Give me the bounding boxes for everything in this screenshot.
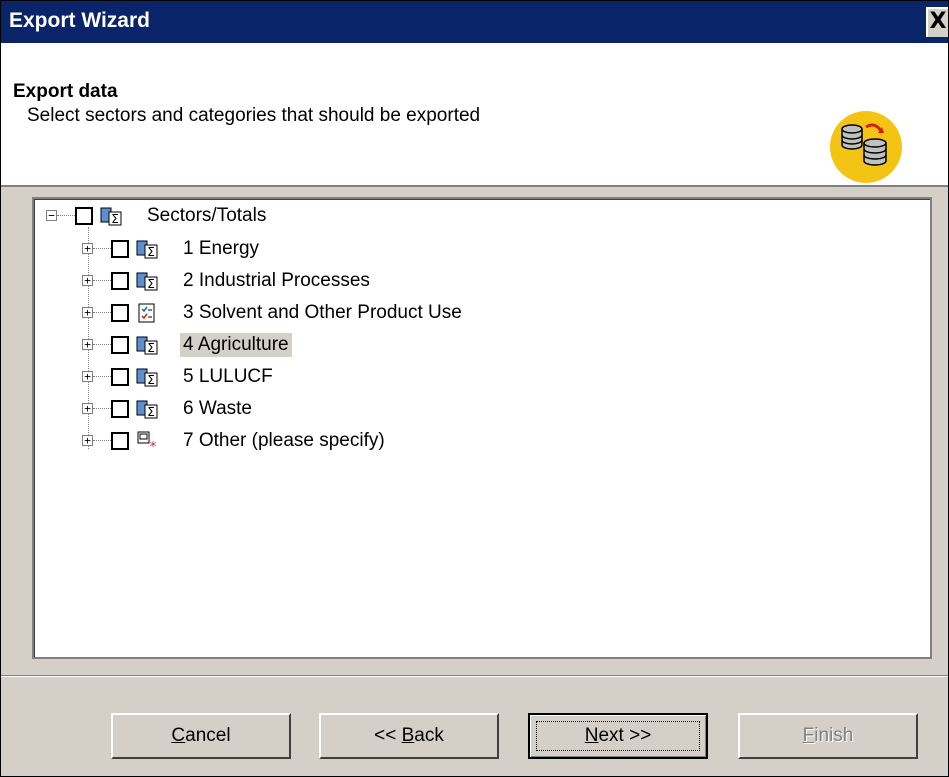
tree-item-industrial-processes[interactable]: 2 Industrial Processes bbox=[180, 267, 373, 295]
tree-connector bbox=[93, 312, 111, 313]
focus-rect bbox=[536, 721, 700, 751]
page-subtitle: Select sectors and categories that shoul… bbox=[27, 105, 481, 126]
tree-item-agriculture[interactable]: 4 Agriculture bbox=[180, 331, 292, 359]
tree-connector bbox=[93, 248, 111, 249]
cancel-button-label: Cancel bbox=[171, 725, 231, 746]
other-asterisk-icon: * bbox=[137, 431, 157, 452]
svg-text:Σ: Σ bbox=[111, 212, 119, 226]
tree-item-label: 6 Waste bbox=[183, 398, 252, 419]
database-export-icon bbox=[830, 111, 902, 183]
window-title: Export Wizard bbox=[9, 9, 150, 32]
tree-item-label: 5 LULUCF bbox=[183, 366, 273, 387]
tree-item-solvent[interactable]: 3 Solvent and Other Product Use bbox=[180, 299, 465, 327]
footer-separator bbox=[1, 675, 948, 677]
checklist-icon bbox=[138, 303, 155, 323]
tree-connector bbox=[93, 280, 111, 281]
sector-sum-icon: Σ bbox=[136, 400, 158, 419]
tree-item-lulucf[interactable]: 5 LULUCF bbox=[180, 363, 276, 391]
expand-toggle[interactable]: + bbox=[82, 243, 93, 254]
tree-item-checkbox[interactable] bbox=[111, 368, 129, 386]
svg-text:Σ: Σ bbox=[147, 373, 155, 387]
expand-toggle[interactable]: + bbox=[82, 275, 93, 286]
expand-toggle[interactable]: + bbox=[82, 435, 93, 446]
expand-toggle[interactable]: + bbox=[82, 403, 93, 414]
expand-toggle[interactable]: + bbox=[82, 307, 93, 318]
tree-item-energy[interactable]: 1 Energy bbox=[180, 235, 262, 263]
tree-connector bbox=[93, 344, 111, 345]
tree-item-label: 3 Solvent and Other Product Use bbox=[183, 302, 462, 323]
tree-item-checkbox[interactable] bbox=[111, 304, 129, 322]
tree-connector bbox=[93, 440, 111, 441]
tree-connector bbox=[93, 376, 111, 377]
back-button-label: << Back bbox=[374, 725, 444, 746]
tree-root-checkbox[interactable] bbox=[75, 207, 93, 225]
export-wizard-window: Export Wizard X Export data Select secto… bbox=[0, 0, 949, 777]
sector-tree[interactable]: − Σ Sectors/Totals + Σ 1 Energy + Σ 2 In… bbox=[32, 197, 932, 659]
tree-item-checkbox[interactable] bbox=[111, 336, 129, 354]
finish-button-label: Finish bbox=[802, 725, 854, 746]
svg-text:Σ: Σ bbox=[147, 405, 155, 419]
sector-sum-icon: Σ bbox=[100, 207, 122, 226]
cancel-button[interactable]: Cancel bbox=[111, 713, 291, 759]
tree-item-label: 2 Industrial Processes bbox=[183, 270, 370, 291]
tree-item-label: 7 Other (please specify) bbox=[183, 430, 385, 451]
svg-text:Σ: Σ bbox=[147, 277, 155, 291]
sector-sum-icon: Σ bbox=[136, 336, 158, 355]
svg-text:Σ: Σ bbox=[147, 341, 155, 355]
expand-toggle[interactable]: + bbox=[82, 339, 93, 350]
close-button[interactable]: X bbox=[926, 7, 948, 37]
tree-item-checkbox[interactable] bbox=[111, 400, 129, 418]
collapse-toggle[interactable]: − bbox=[46, 210, 57, 221]
sector-sum-icon: Σ bbox=[136, 272, 158, 291]
wizard-header: Export data Select sectors and categorie… bbox=[1, 43, 948, 187]
tree-root-label: Sectors/Totals bbox=[147, 205, 267, 226]
tree-connector bbox=[57, 215, 75, 216]
sector-sum-icon: Σ bbox=[136, 240, 158, 259]
page-title: Export data bbox=[13, 81, 118, 102]
tree-item-waste[interactable]: 6 Waste bbox=[180, 395, 255, 423]
tree-item-checkbox[interactable] bbox=[111, 272, 129, 290]
next-button[interactable]: Next >> bbox=[528, 713, 708, 759]
back-button[interactable]: << Back bbox=[319, 713, 499, 759]
tree-connector bbox=[93, 408, 111, 409]
svg-text:Σ: Σ bbox=[147, 245, 155, 259]
tree-item-label: 4 Agriculture bbox=[180, 333, 292, 357]
tree-item-other[interactable]: 7 Other (please specify) bbox=[180, 427, 388, 455]
tree-item-checkbox[interactable] bbox=[111, 432, 129, 450]
title-bar[interactable]: Export Wizard X bbox=[1, 1, 948, 43]
expand-toggle[interactable]: + bbox=[82, 371, 93, 382]
tree-item-checkbox[interactable] bbox=[111, 240, 129, 258]
tree-root[interactable]: Sectors/Totals bbox=[144, 202, 269, 230]
tree-item-label: 1 Energy bbox=[183, 238, 260, 259]
finish-button[interactable]: Finish bbox=[738, 713, 918, 759]
svg-text:*: * bbox=[150, 440, 157, 452]
sector-sum-icon: Σ bbox=[136, 368, 158, 387]
